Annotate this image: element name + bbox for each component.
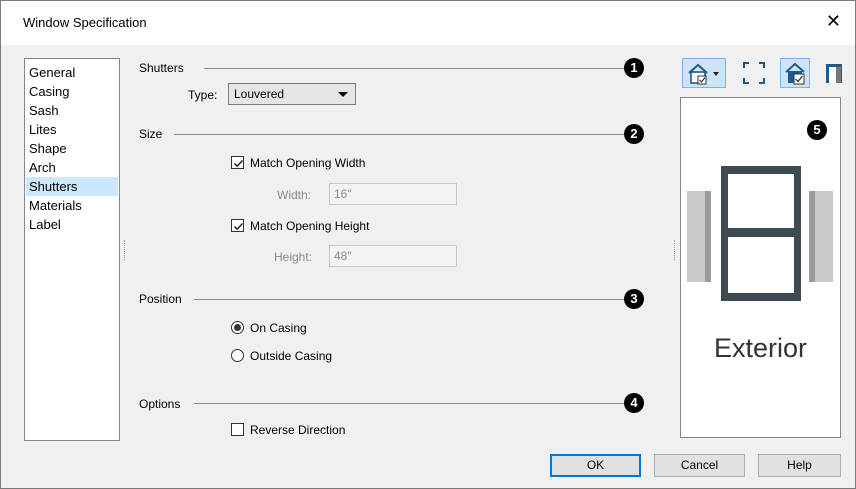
nav-item-arch[interactable]: Arch (26, 158, 118, 177)
radio-selected-dot (234, 324, 241, 331)
type-label: Type: (188, 88, 218, 102)
match-height-checkbox[interactable] (231, 219, 244, 232)
shutter-view-button[interactable] (819, 58, 849, 88)
callout-badge-2: 2 (624, 124, 644, 144)
house-view-dropdown-button[interactable] (682, 58, 726, 88)
nav-item-shutters[interactable]: Shutters (26, 177, 118, 196)
match-height-label: Match Opening Height (250, 219, 370, 233)
preview-pane: 5 Exterior (680, 97, 841, 438)
left-splitter-grip[interactable] (124, 240, 127, 260)
shutters-divider (204, 68, 624, 69)
on-casing-radio[interactable] (231, 321, 244, 334)
nav-item-label[interactable]: Label (26, 215, 118, 234)
outside-casing-radio[interactable] (231, 349, 244, 362)
size-divider (174, 134, 624, 135)
outside-casing-label: Outside Casing (250, 349, 333, 363)
callout-badge-4: 4 (624, 393, 644, 413)
dialog-title: Window Specification (23, 15, 147, 30)
match-width-label: Match Opening Width (250, 156, 366, 170)
checkmark-icon (233, 222, 244, 231)
right-splitter-grip[interactable] (674, 240, 677, 260)
reverse-direction-label: Reverse Direction (250, 423, 346, 437)
nav-item-lites[interactable]: Lites (26, 120, 118, 139)
width-value: 16" (334, 187, 352, 201)
cancel-button[interactable]: Cancel (654, 454, 745, 477)
title-bar: Window Specification ✕ (1, 1, 855, 45)
nav-item-casing[interactable]: Casing (26, 82, 118, 101)
checkmark-icon (233, 159, 244, 168)
preview-caption: Exterior (713, 333, 808, 363)
size-section-label: Size (139, 127, 163, 141)
height-label: Height: (274, 250, 313, 264)
close-icon[interactable]: ✕ (826, 12, 841, 30)
nav-item-materials[interactable]: Materials (26, 196, 118, 215)
house-view-icon (688, 63, 719, 85)
options-section-label: Options (139, 397, 181, 411)
ok-button[interactable]: OK (550, 454, 641, 477)
category-list: General Casing Sash Lites Shape Arch Shu… (24, 58, 120, 441)
fill-window-icon (743, 62, 765, 84)
height-value: 48" (334, 249, 352, 263)
shutter-view-icon (826, 64, 842, 83)
window-specification-dialog: Window Specification ✕ General Casing Sa… (0, 0, 856, 489)
nav-item-sash[interactable]: Sash (26, 101, 118, 120)
window-view-icon (785, 62, 805, 85)
shutter-type-select[interactable]: Louvered (228, 83, 356, 105)
height-field[interactable]: 48" (329, 245, 457, 267)
window-preview-image (687, 166, 833, 301)
width-field[interactable]: 16" (329, 183, 457, 205)
position-divider (194, 299, 624, 300)
callout-badge-3: 3 (624, 289, 644, 309)
nav-item-general[interactable]: General (26, 63, 118, 82)
nav-item-shape[interactable]: Shape (26, 139, 118, 158)
match-width-checkbox[interactable] (231, 156, 244, 169)
callout-badge-1: 1 (624, 58, 644, 78)
shutter-type-value: Louvered (234, 87, 285, 101)
window-view-button[interactable] (780, 58, 810, 88)
help-button[interactable]: Help (758, 454, 841, 477)
callout-badge-5: 5 (807, 120, 827, 140)
options-divider (194, 403, 624, 404)
chevron-down-icon (338, 92, 348, 97)
reverse-direction-checkbox[interactable] (231, 423, 244, 436)
position-section-label: Position (139, 292, 182, 306)
on-casing-label: On Casing (250, 321, 307, 335)
fill-window-button[interactable] (739, 58, 769, 88)
width-label: Width: (277, 188, 312, 202)
shutters-section-label: Shutters (139, 61, 184, 75)
